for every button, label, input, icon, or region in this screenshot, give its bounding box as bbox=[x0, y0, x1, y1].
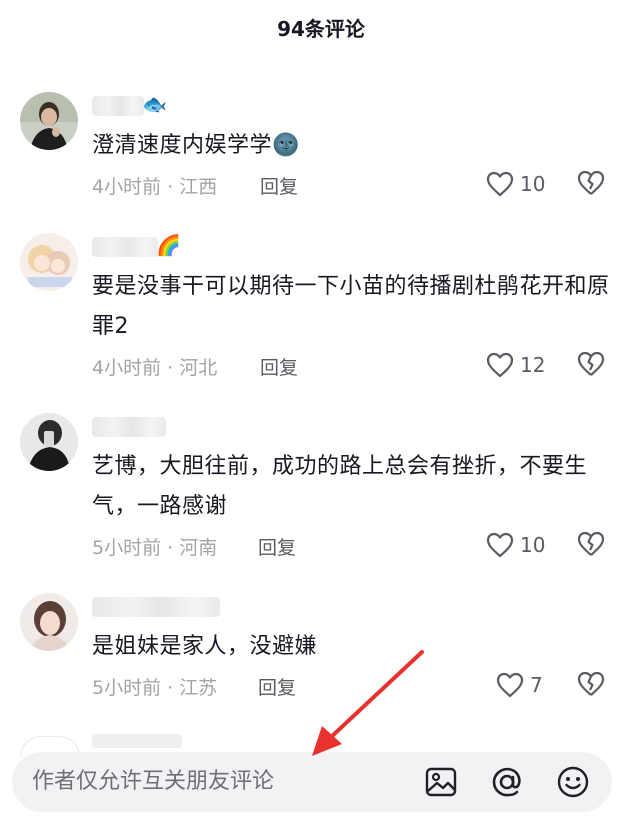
username-blurred[interactable] bbox=[92, 96, 144, 116]
broken-heart-icon bbox=[577, 351, 605, 376]
broken-heart-icon bbox=[577, 531, 605, 556]
avatar[interactable] bbox=[20, 413, 78, 471]
like-count: 10 bbox=[520, 172, 546, 196]
heart-outline-icon bbox=[486, 532, 514, 558]
reply-button[interactable]: 回复 bbox=[258, 673, 296, 700]
comment-time-location: 5小时前 · 河南 bbox=[92, 537, 218, 559]
mention-button[interactable] bbox=[490, 765, 524, 799]
like-count: 10 bbox=[520, 533, 546, 557]
comment-count-title: 94条评论 bbox=[277, 17, 365, 41]
like-count: 7 bbox=[530, 673, 543, 697]
at-icon bbox=[492, 767, 521, 797]
comment-text: 艺博，大胆往前，成功的路上总会有挫折，不要生气，一路感谢 bbox=[92, 454, 588, 519]
username-partial bbox=[92, 734, 182, 748]
comment-input-placeholder[interactable]: 作者仅允许互关朋友评论 bbox=[32, 752, 274, 812]
smiley-icon bbox=[557, 766, 589, 798]
avatar[interactable] bbox=[20, 233, 78, 291]
heart-outline-icon bbox=[496, 672, 524, 698]
username-blurred[interactable] bbox=[92, 237, 158, 257]
broken-heart-icon bbox=[577, 671, 605, 696]
comment-emoji: 🌚 bbox=[272, 133, 300, 158]
dislike-button[interactable] bbox=[576, 670, 606, 700]
comments-header: 94条评论 bbox=[0, 0, 642, 60]
annotation-arrow bbox=[312, 650, 424, 756]
comment-time-location: 4小时前 · 河北 bbox=[92, 357, 218, 379]
heart-outline-icon bbox=[486, 171, 514, 197]
like-button[interactable]: 12 bbox=[486, 350, 545, 380]
broken-heart-icon bbox=[577, 170, 605, 195]
heart-outline-icon bbox=[486, 352, 514, 378]
like-button[interactable]: 10 bbox=[486, 169, 545, 199]
comment-text-content: 澄清速度内娱学学 bbox=[92, 133, 273, 158]
username-blurred[interactable] bbox=[92, 417, 166, 437]
reply-button[interactable]: 回复 bbox=[260, 172, 298, 199]
reply-button[interactable]: 回复 bbox=[258, 533, 296, 560]
reply-button[interactable]: 回复 bbox=[260, 353, 298, 380]
like-count: 12 bbox=[520, 353, 546, 377]
like-button[interactable]: 10 bbox=[486, 530, 545, 560]
avatar[interactable] bbox=[20, 593, 78, 651]
image-button[interactable] bbox=[424, 765, 458, 799]
comment-text: 是姐妹是家人，没避嫌 bbox=[92, 634, 318, 659]
emoji-button[interactable] bbox=[556, 765, 590, 799]
comment-text: 澄清速度内娱学学🌚 bbox=[92, 126, 612, 166]
image-icon bbox=[425, 767, 457, 797]
like-button[interactable]: 7 bbox=[496, 670, 543, 700]
comment-text: 要是没事干可以期待一下小苗的待播剧杜鹃花开和原罪2 bbox=[92, 274, 610, 339]
comment-time-location: 4小时前 · 江西 bbox=[92, 176, 218, 198]
username-blurred[interactable] bbox=[92, 597, 220, 617]
username-emoji: 🌈 bbox=[156, 233, 181, 257]
avatar[interactable] bbox=[20, 92, 78, 150]
username-emoji: 🐟 bbox=[142, 92, 167, 116]
comment-time-location: 5小时前 · 江苏 bbox=[92, 677, 218, 699]
dislike-button[interactable] bbox=[576, 169, 606, 199]
comment-input-bar[interactable]: 作者仅允许互关朋友评论 bbox=[12, 752, 612, 812]
dislike-button[interactable] bbox=[576, 350, 606, 380]
dislike-button[interactable] bbox=[576, 530, 606, 560]
